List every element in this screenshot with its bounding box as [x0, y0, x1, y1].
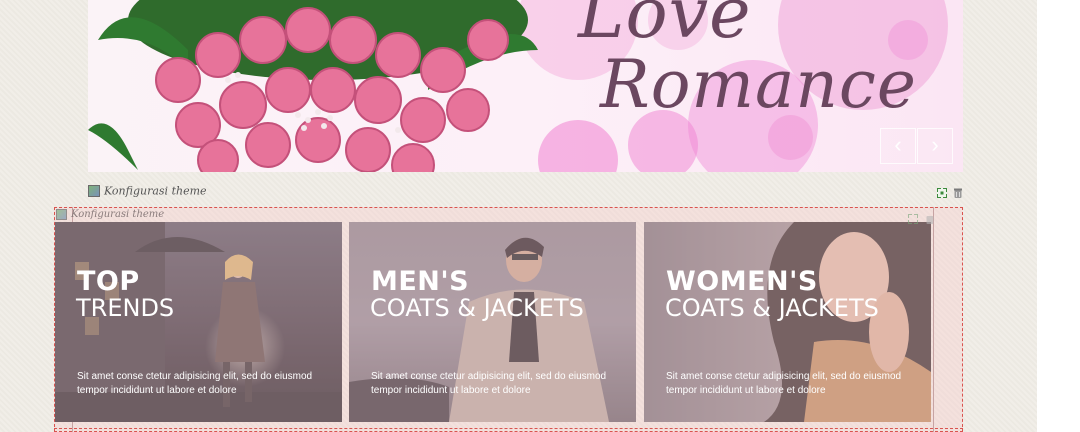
config-icon[interactable]	[56, 209, 67, 220]
banner-description: Sit amet conse ctetur adipisicing elit, …	[371, 371, 607, 396]
banner-title: WOMEN'S	[666, 266, 818, 297]
config-label[interactable]: Konfigurasi theme	[104, 185, 207, 198]
banner-subtitle: COATS & JACKETS	[370, 294, 584, 322]
banner-description: Sit amet conse ctetur adipisicing elit, …	[666, 371, 902, 396]
banner-top-trends[interactable]: TOP TRENDS Sit amet conse ctetur adipisi…	[55, 222, 342, 422]
config-bar-actions	[934, 186, 964, 199]
banner-womens-coats[interactable]: WOMEN'S COATS & JACKETS Sit amet conse c…	[644, 222, 931, 422]
page-right-margin	[1037, 0, 1080, 432]
banner-description: Sit amet conse ctetur adipisicing elit, …	[77, 371, 313, 396]
decor-bubble	[538, 120, 618, 172]
chevron-right-icon: ›	[931, 132, 939, 157]
module-bottom-border	[54, 428, 963, 429]
banner-title: MEN'S	[371, 266, 470, 297]
banner-subtitle: COATS & JACKETS	[665, 294, 879, 322]
expand-icon[interactable]	[908, 213, 918, 224]
roses-bouquet-image	[88, 0, 538, 172]
trash-icon[interactable]	[925, 214, 935, 224]
module-config-label[interactable]: Konfigurasi theme	[71, 209, 164, 220]
slide-title-line2: Romance	[600, 46, 917, 123]
expand-icon[interactable]	[936, 188, 947, 198]
trash-icon[interactable]	[953, 188, 963, 198]
banner-mens-coats[interactable]: MEN'S COATS & JACKETS Sit amet conse cte…	[349, 222, 636, 422]
config-icon[interactable]	[88, 185, 100, 197]
chevron-left-icon: ‹	[894, 132, 902, 157]
hero-slider[interactable]: Love Romance ‹ ›	[88, 0, 963, 172]
config-bar: Konfigurasi theme	[88, 184, 963, 200]
module-config-bar: Konfigurasi theme	[56, 209, 164, 223]
banner-subtitle: TRENDS	[76, 294, 175, 322]
slider-next-button[interactable]: ›	[917, 128, 953, 164]
slider-prev-button[interactable]: ‹	[880, 128, 916, 164]
module-config-actions	[905, 210, 935, 228]
banner-title: TOP	[77, 266, 140, 297]
